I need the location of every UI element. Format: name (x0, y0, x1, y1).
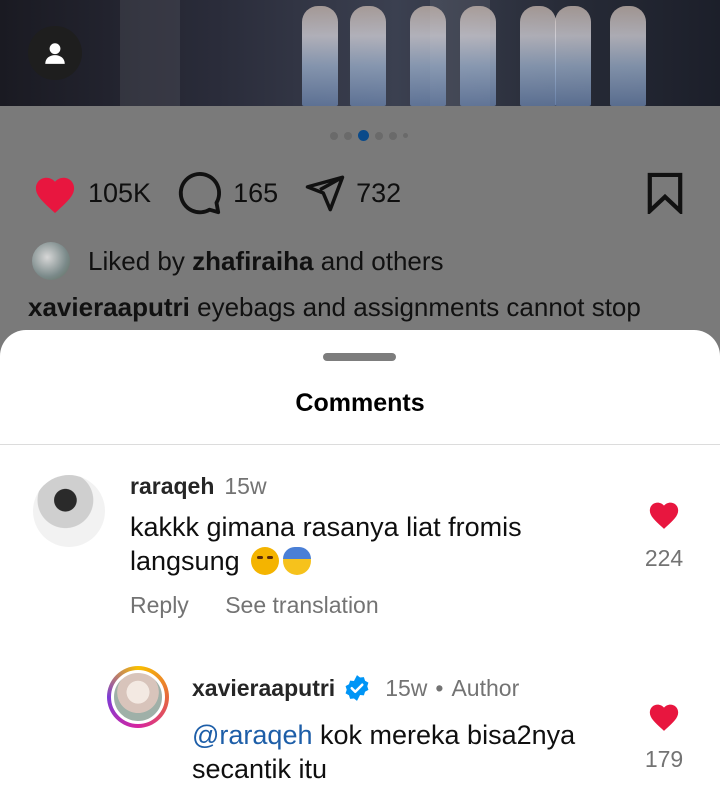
comment-header: raraqeh 15w (130, 473, 267, 500)
share-icon (305, 175, 345, 212)
comment-like-count[interactable]: 224 (634, 545, 694, 572)
comments-sheet: Comments raraqeh 15w kakkk gimana rasanya… (0, 330, 720, 786)
divider (0, 444, 720, 445)
drag-handle[interactable] (323, 353, 396, 361)
reply-time: 15w (385, 674, 428, 701)
liked-by-row[interactable]: Liked by zhafiraiha and others (32, 242, 444, 280)
performer-figure (460, 6, 496, 106)
comment-text: kakkk gimana rasanya liat fromis langsun… (130, 510, 600, 578)
carousel-dot (375, 131, 383, 140)
tired-face-emoji-icon (251, 547, 280, 575)
liked-by-user[interactable]: zhafiraiha (192, 246, 313, 276)
post-caption: xavieraaputri eyebags and assignments ca… (28, 292, 641, 323)
stage-light (120, 0, 180, 106)
performer-figure (350, 6, 386, 106)
performer-figure (302, 6, 338, 106)
comment-actions: Reply See translation (130, 592, 409, 619)
reply-username[interactable]: xavieraaputri (192, 675, 335, 702)
liked-by-text: Liked by zhafiraiha and others (88, 246, 444, 277)
reply-separator: • (435, 674, 444, 701)
verified-icon (345, 675, 369, 701)
reply-like-count[interactable]: 179 (634, 746, 694, 773)
comment-like-button[interactable] (647, 498, 681, 530)
caption-text: eyebags and assignments cannot stop (197, 292, 641, 322)
sheet-title: Comments (295, 389, 425, 417)
like-button[interactable]: 105K (32, 172, 151, 214)
performer-figure (555, 6, 591, 106)
liker-avatar (32, 242, 70, 280)
comment-body: kakkk gimana rasanya liat fromis langsun… (130, 512, 522, 576)
liked-by-prefix: Liked by (88, 245, 185, 276)
post-actions: 105K 165 732 (32, 170, 427, 216)
share-button[interactable]: 732 (304, 172, 401, 214)
bookmark-icon (647, 172, 683, 216)
comment-count[interactable]: 165 (233, 178, 278, 209)
reply-like-button[interactable] (647, 700, 681, 732)
user-tag-button[interactable] (28, 26, 82, 80)
post-image[interactable] (0, 0, 720, 106)
downcast-sweat-emoji-icon (283, 547, 312, 575)
performer-figure (410, 6, 446, 106)
carousel-dot-active (358, 130, 369, 141)
reply-avatar-image (111, 670, 165, 724)
reply-header: xavieraaputri 15w • Author (192, 674, 519, 702)
author-badge: Author (451, 674, 520, 701)
liked-by-suffix: and others (320, 245, 444, 276)
save-button[interactable] (646, 172, 684, 219)
mention-link[interactable]: @raraqeh (192, 720, 312, 750)
heart-icon (35, 177, 75, 214)
comment-time: 15w (224, 473, 267, 499)
commenter-avatar[interactable] (33, 475, 105, 547)
like-count[interactable]: 105K (88, 178, 151, 209)
comment-button[interactable]: 165 (177, 170, 278, 216)
reply-button[interactable]: Reply (130, 592, 189, 618)
carousel-dot (403, 133, 408, 138)
carousel-indicator (330, 130, 408, 141)
performer-figure (610, 6, 646, 106)
carousel-dot (389, 131, 397, 140)
performer-figure (520, 6, 556, 106)
comment-icon (178, 172, 222, 215)
user-icon (45, 43, 65, 64)
carousel-dot (330, 131, 338, 140)
caption-username[interactable]: xavieraaputri (28, 292, 190, 322)
share-count[interactable]: 732 (356, 178, 401, 209)
carousel-dot (344, 131, 352, 140)
reply-avatar[interactable] (107, 666, 169, 728)
comment-username[interactable]: raraqeh (130, 473, 214, 499)
reply-text: @raraqeh kok mereka bisa2nya secantik it… (192, 718, 612, 786)
see-translation-button[interactable]: See translation (225, 592, 378, 618)
